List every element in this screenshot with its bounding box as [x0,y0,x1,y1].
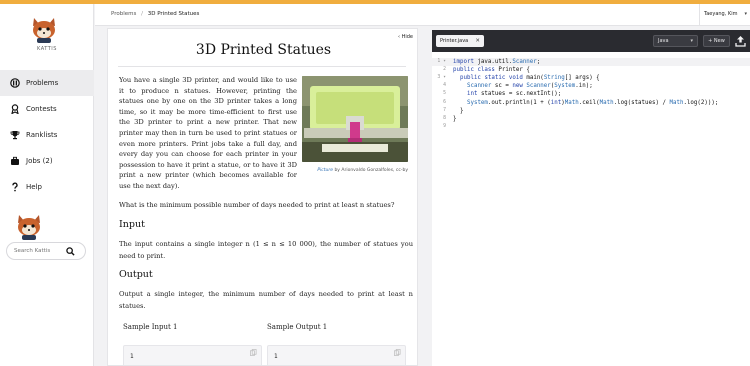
sidebar-item-problems[interactable]: Problems [0,70,94,96]
code-text: int statues = sc.nextInt(); [466,91,562,98]
sidebar-item-label: Help [26,183,42,191]
line-number: 3 ▾ [437,75,446,81]
figure-caption: Picture by Arionvaldo Gonzalfoles, cc-by [302,168,408,173]
line-number: 2 [443,67,446,73]
search-box[interactable] [6,242,86,260]
user-name[interactable]: Taeyang, Kim [704,11,737,17]
help-icon [10,182,20,192]
sidebar-item-label: Problems [26,79,59,87]
code-line[interactable]: 8} [432,115,750,123]
problem-statement-panel: ‹ Hide 3D Printed Statues You have a sin… [107,28,418,366]
code-editor: Printer.java ✕ Java ▾ + New 1 ▾ import ja… [432,30,750,366]
chevron-down-icon[interactable]: ▾ [744,11,747,17]
code-line[interactable]: 1 ▾ import java.util.Scanner; [432,58,750,67]
code-line[interactable]: 9 [432,123,750,131]
sample-input-box: 1 [123,345,262,365]
problem-intro: You have a single 3D printer, and would … [119,76,297,190]
code-text: public class Printer { [453,67,530,74]
sample-output-value: 1 [274,353,278,360]
copy-icon[interactable] [250,349,257,356]
file-tab[interactable]: Printer.java ✕ [436,35,484,47]
language-select[interactable]: Java ▾ [653,35,698,47]
sample-output-box: 1 [267,345,406,365]
code-line[interactable]: 5 int statues = sc.nextInt(); [432,90,750,98]
sidebar-item-label: Contests [26,105,57,113]
line-number: 7 [443,107,446,113]
sidebar-item-label: Ranklists [26,131,58,139]
sidebar-item-contests[interactable]: Contests [0,96,94,122]
sample-input-value: 1 [130,353,134,360]
problem-question: What is the minimum possible number of d… [119,201,395,209]
upload-icon[interactable] [735,35,746,47]
file-tab-label: Printer.java [440,38,469,44]
hide-label: Hide [401,34,413,40]
code-line[interactable]: 4 Scanner sc = new Scanner(System.in); [432,82,750,90]
contests-icon [10,104,20,114]
trophy-icon [10,130,20,140]
briefcase-icon [10,156,20,166]
language-value: Java [658,38,669,44]
code-line[interactable]: 2 public class Printer { [432,66,750,74]
output-heading: Output [119,269,153,280]
user-menu[interactable]: Taeyang, Kim ▾ [699,4,750,26]
line-number: 5 [443,91,446,97]
code-text: Scanner sc = new Scanner(System.in); [466,83,593,90]
close-icon[interactable]: ✕ [475,35,480,47]
chevron-down-icon: ▾ [690,38,693,44]
copy-icon[interactable] [394,349,401,356]
sample-output-label: Sample Output 1 [267,323,328,331]
code-line[interactable]: 3 ▾ public static void main(String[] arg… [432,74,750,82]
breadcrumb: Problems / 3D Printed Statues [111,11,199,17]
code-line[interactable]: 7 } [432,107,750,115]
input-heading: Input [119,219,145,230]
line-number: 4 [443,83,446,89]
title-divider [118,66,406,67]
editor-toolbar: Printer.java ✕ Java ▾ + New [432,30,750,52]
problems-icon [10,78,20,88]
output-description: Output a single integer, the minimum num… [119,290,413,310]
code-text: } [453,107,464,114]
sidebar-nav: Problems Contests Ranklists Jobs (2) Hel… [0,70,94,200]
figure-caption-author: by Arionvaldo Gonzalfoles, cc-by [334,168,408,173]
new-file-button[interactable]: + New [703,35,730,47]
sidebar-item-help[interactable]: Help [0,174,94,200]
line-number: 6 [443,99,446,105]
code-text: } [453,115,457,122]
line-number: 8 [443,115,446,121]
sidebar-item-jobs[interactable]: Jobs (2) [0,148,94,174]
code-area[interactable]: 1 ▾ import java.util.Scanner; 2 public clas… [432,58,750,366]
line-number: 9 [443,123,446,129]
input-description: The input contains a single integer n (1… [119,240,413,260]
sidebar: KATTIS Problems Contests Ranklists Jobs … [0,4,94,366]
code-text: System.out.println(1 + (int)Math.ceil(Ma… [466,99,719,106]
figure-caption-prefix[interactable]: Picture [317,168,333,173]
code-line[interactable]: 6 System.out.println(1 + (int)Math.ceil(… [432,99,750,107]
chevron-left-icon: ‹ [398,34,400,40]
sidebar-item-ranklists[interactable]: Ranklists [0,122,94,148]
logo-caption: KATTIS [37,46,57,52]
printer-picture [302,76,408,162]
code-text: public static void main(String[] args) { [459,75,600,82]
top-bar: Problems / 3D Printed Statues Taeyang, K… [95,4,750,26]
breadcrumb-problems-link[interactable]: Problems [111,11,136,17]
hide-button[interactable]: ‹ Hide [398,34,413,40]
sample-input-label: Sample Input 1 [123,323,178,331]
kattis-logo-icon[interactable] [30,16,58,44]
problem-title: 3D Printed Statues [195,42,332,58]
search-input[interactable] [14,248,64,254]
sidebar-item-label: Jobs (2) [26,157,53,165]
search-icon[interactable] [66,247,75,256]
kattis-mascot-icon [18,215,40,240]
breadcrumb-separator: / [141,11,143,17]
line-number: 1 ▾ [437,59,446,64]
code-text: import java.util.Scanner; [453,59,541,65]
breadcrumb-current: 3D Printed Statues [147,11,200,17]
